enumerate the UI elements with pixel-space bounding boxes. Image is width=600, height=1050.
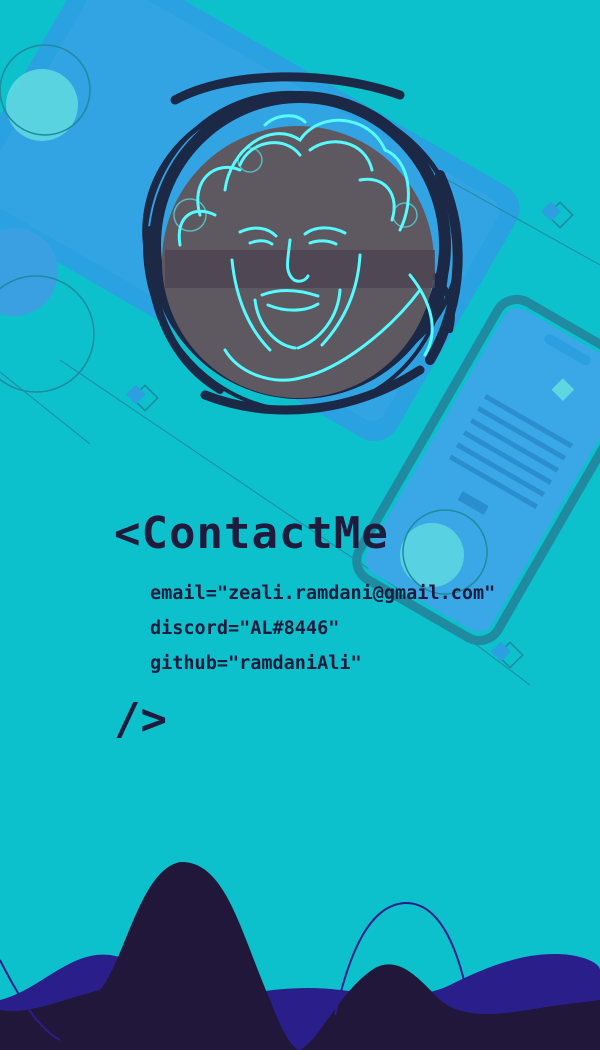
wave-dark-peak [0,861,300,1050]
bottom-waves [0,861,600,1050]
contact-card: <ContactMe email="zeali.ramdani@gmail.co… [0,0,600,1050]
